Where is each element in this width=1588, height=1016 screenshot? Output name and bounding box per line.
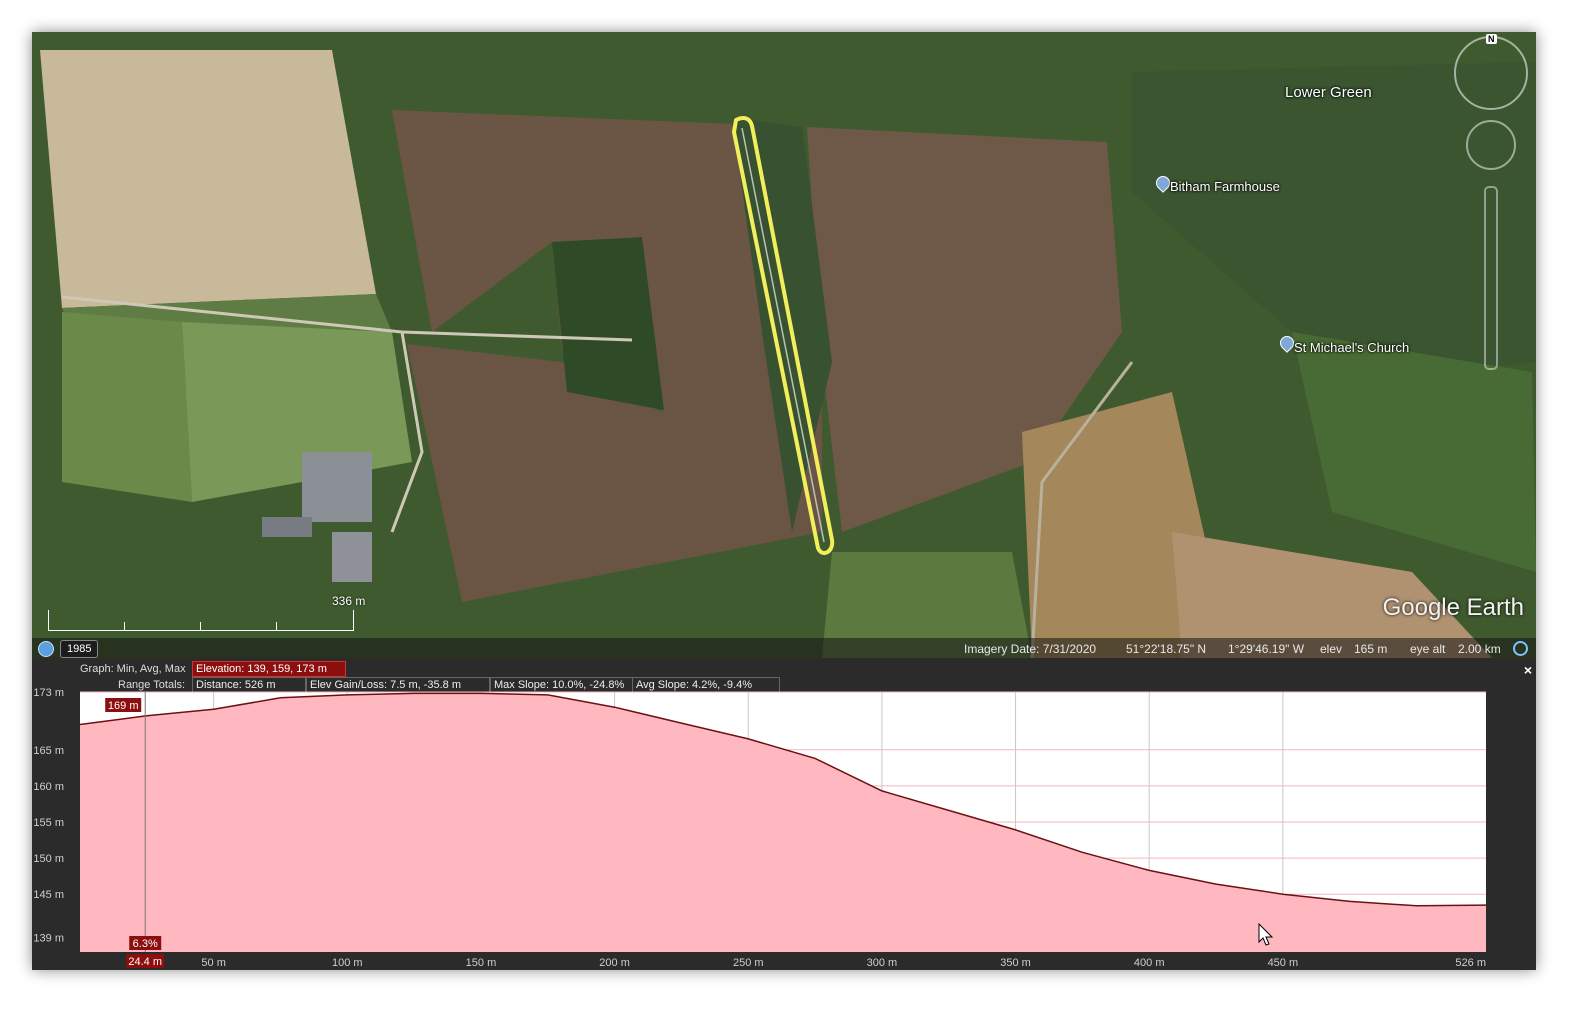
navigation-controls[interactable]: N [1454,34,1530,376]
elev-label: elev [1320,642,1343,656]
x-tick-label: 150 m [466,957,497,969]
y-tick-label: 165 m [33,745,64,757]
y-tick-label: 139 m [33,933,64,945]
imagery-date: Imagery Date: 7/31/2020 [964,642,1097,656]
elevation-profile-chart[interactable]: 173 m 165 m 160 m 155 m 150 m 145 m 139 m 50 m… [32,660,1536,970]
x-axis-ticks: 50 m 100 m 150 m 200 m 250 m 300 m 350 m 400 m 4… [201,957,1486,969]
mouse-pointer-icon [1258,923,1274,946]
x-tick-label: 400 m [1134,957,1165,969]
x-tick-label: 350 m [1000,957,1031,969]
google-earth-logo: Google Earth [1382,594,1524,621]
historical-imagery-icon[interactable] [38,641,54,657]
y-axis-ticks: 173 m 165 m 160 m 155 m 150 m 145 m 139 m [33,687,64,945]
cursor-slope: 6.3% [133,938,158,950]
look-joystick[interactable] [1466,120,1516,170]
cursor-distance-tag: 24.4 m [126,954,165,968]
place-label-lower-green[interactable]: Lower Green [1285,84,1372,101]
place-label-bitham-farmhouse[interactable]: Bitham Farmhouse [1170,179,1280,194]
place-label-st-michaels-church[interactable]: St Michael's Church [1294,340,1409,355]
y-tick-label: 160 m [33,781,64,793]
latitude-readout: 51°22'18.75" N [1126,642,1207,656]
x-tick-label: 50 m [201,957,225,969]
google-earth-window: Lower Green Bitham Farmhouse St Michael'… [32,32,1536,970]
historical-year-badge[interactable]: 1985 [60,640,99,658]
elevation-profile-panel: Graph: Min, Avg, Max Elevation: 139, 159… [32,660,1536,970]
x-tick-label: 250 m [733,957,764,969]
compass-north-label: N [1486,34,1497,44]
cursor-slope-tag: 6.3% [129,936,162,950]
x-tick-label: 100 m [332,957,363,969]
x-tick-label: 200 m [599,957,630,969]
scale-label: 336 m [332,594,366,608]
x-tick-label: 526 m [1455,957,1486,969]
y-tick-label: 155 m [33,817,64,829]
streaming-status-icon [1513,641,1528,656]
x-tick-label: 300 m [867,957,898,969]
elev-value: 165 m [1354,642,1388,656]
cursor-distance: 24.4 m [128,956,162,968]
eye-alt-value: 2.00 km [1458,642,1501,656]
eye-alt-label: eye alt [1410,642,1446,656]
cursor-elevation-tag: 169 m [105,698,142,712]
satellite-map-view[interactable]: Lower Green Bitham Farmhouse St Michael'… [32,32,1536,658]
cursor-elevation: 169 m [108,700,139,712]
y-tick-label: 173 m [33,687,64,699]
longitude-readout: 1°29'46.19" W [1228,642,1305,656]
y-tick-label: 145 m [33,889,64,901]
scale-bar [48,610,354,631]
zoom-slider[interactable] [1484,186,1498,370]
status-bar: 1985 Imagery Date: 7/31/2020 51°22'18.75… [32,638,1536,658]
x-tick-label: 450 m [1268,957,1299,969]
compass-ring[interactable]: N [1454,34,1528,110]
y-tick-label: 150 m [33,853,64,865]
